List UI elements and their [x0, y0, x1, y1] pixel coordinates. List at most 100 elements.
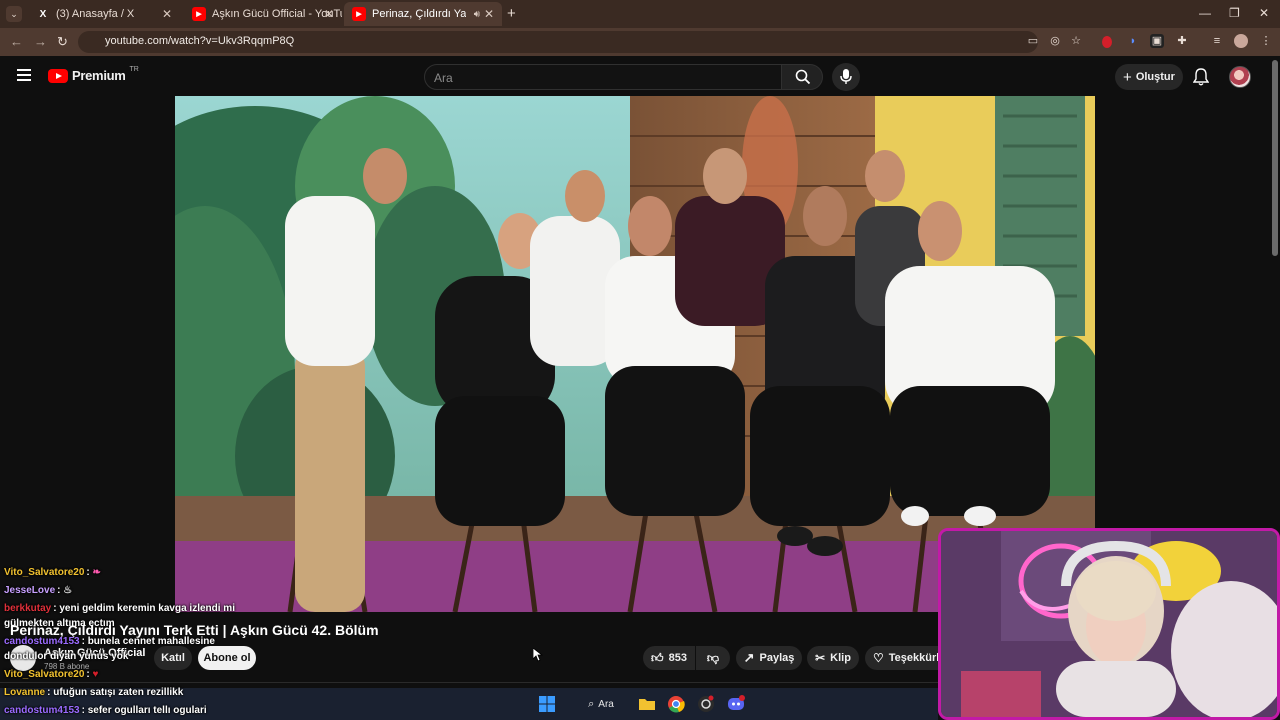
logo-text: Premium [72, 68, 126, 83]
cast-icon[interactable]: ▭ [1026, 34, 1040, 48]
chat-message: candostum4153: bunela cennet mahallesine [4, 636, 215, 647]
browser-tab-strip: ⌄ X (3) Anasayfa / X ✕ ▶ Aşkın Gücü Offi… [0, 0, 1280, 28]
speaker-icon[interactable]: 🔊︎ [474, 9, 480, 20]
window-close-icon[interactable]: ✕ [1259, 6, 1269, 20]
close-icon[interactable]: ✕ [162, 7, 172, 21]
thanks-label: Teşekkürle [888, 652, 938, 664]
emote-icon: ♥ [92, 669, 99, 680]
chat-username: candostum4153 [4, 705, 80, 716]
create-label: Oluştur [1135, 71, 1175, 83]
avatar[interactable] [1229, 66, 1251, 88]
search-placeholder: Ara [434, 71, 453, 85]
streamer-webcam [938, 528, 1280, 720]
chat-message: berkkutay: yeni geldim keremin kavga izl… [4, 603, 235, 614]
bell-icon[interactable] [1193, 68, 1209, 86]
search-icon [795, 69, 811, 85]
youtube-favicon-icon: ▶ [192, 7, 206, 21]
share-icon: ↗ [743, 650, 755, 665]
taskbar-search-button[interactable]: ⌕ Ara [578, 693, 624, 715]
voice-search-button[interactable] [832, 63, 860, 91]
close-icon[interactable]: ✕ [324, 7, 334, 21]
flame-emote-icon: ♨ [63, 585, 73, 596]
bookmark-star-icon[interactable]: ☆ [1069, 34, 1083, 48]
chat-username: Lovanne [4, 687, 46, 698]
share-label: Paylaş [759, 652, 795, 664]
extension-red-icon[interactable] [1102, 36, 1112, 48]
subscribe-button[interactable]: Abone ol [198, 646, 256, 670]
taskbar-search-label: Ara [598, 698, 614, 710]
chat-username: berkkutay [4, 603, 52, 614]
reading-list-icon[interactable]: ≡ [1210, 34, 1224, 48]
tab-label: Aşkın Gücü Official - YouTube [212, 8, 342, 20]
chat-message: JesseLove: ♨ [4, 585, 72, 596]
mouse-cursor-icon [533, 648, 543, 662]
chat-username: Vito_Salvatore20 [4, 669, 85, 680]
app-icon[interactable] [697, 695, 715, 713]
extensions-puzzle-icon[interactable]: ✚ [1175, 34, 1189, 48]
restore-icon[interactable]: ❐ [1229, 6, 1240, 20]
like-count: 853 [668, 652, 687, 664]
search-button[interactable] [781, 64, 823, 90]
discord-icon[interactable] [727, 695, 745, 713]
clip-label: Klip [830, 652, 851, 664]
heart-dollar-icon: ♡ [873, 651, 884, 665]
feather-emote-icon: ❧ [92, 567, 101, 578]
divider [0, 682, 938, 683]
extension-shield-icon[interactable]: ▣ [1150, 34, 1164, 48]
tab-search-icon[interactable]: ⌄ [6, 6, 22, 22]
chat-username: Vito_Salvatore20 [4, 567, 85, 578]
clip-button[interactable]: ✂ Klip [807, 646, 859, 670]
tab-youtube-channel[interactable]: ▶ Aşkın Gücü Official - YouTube ✕ [184, 2, 342, 26]
x-logo-icon: X [39, 8, 47, 20]
webcam-feed [941, 531, 1277, 717]
page-scrollbar[interactable] [1272, 60, 1278, 256]
tab-youtube-video[interactable]: ▶ Perinaz, Çıldırdı Yayını Terk 🔊︎ ✕ [344, 2, 502, 26]
thanks-button[interactable]: ♡ Teşekkürle [865, 646, 938, 670]
youtube-play-icon [48, 68, 68, 83]
dislike-button[interactable]: 👎︎ [696, 646, 730, 670]
chat-message: Lovanne: ufuğun satışı zaten rezillikk [4, 687, 183, 698]
tab-label: Perinaz, Çıldırdı Yayını Terk [372, 8, 466, 20]
create-button[interactable]: + Oluştur [1115, 64, 1183, 90]
share-button[interactable]: ↗ Paylaş [736, 646, 802, 670]
like-icon: 👍︎ [651, 650, 664, 665]
search-input[interactable] [424, 64, 782, 90]
chat-text: bunela cennet mahallesine [87, 636, 215, 647]
chat-text: ufuğun satışı zaten rezillikk [53, 687, 184, 698]
join-button[interactable]: Katıl [154, 646, 192, 670]
chat-username: candostum4153 [4, 636, 80, 647]
youtube-logo[interactable]: Premium TR [48, 66, 139, 83]
chat-text: yeni geldim keremin kavga izlendi mi [59, 603, 235, 614]
dislike-icon: 👎︎ [706, 650, 720, 665]
like-button[interactable]: 👍︎ 853 [643, 646, 695, 670]
chat-text: dondulor diyan yunus yok [4, 651, 129, 662]
mic-icon [840, 69, 852, 84]
reload-icon[interactable]: ↻ [57, 34, 68, 50]
chrome-icon[interactable] [667, 695, 685, 713]
menu-icon[interactable] [17, 69, 31, 81]
chat-message: Vito_Salvatore20: ♥ [4, 669, 98, 680]
back-icon[interactable]: ← [10, 34, 23, 49]
tab-label: (3) Anasayfa / X [56, 8, 135, 20]
eye-off-icon[interactable]: ◎ [1048, 34, 1062, 48]
forward-icon[interactable]: → [34, 34, 47, 49]
tab-x-home[interactable]: X (3) Anasayfa / X ✕ [28, 2, 180, 26]
address-bar-row: ← → ↻ ⚙ youtube.com/watch?v=Ukv3RqqmP8Q … [0, 28, 1280, 76]
youtube-favicon-icon: ▶ [352, 7, 366, 21]
search-icon: ⌕ [588, 697, 595, 710]
extension-blue-icon[interactable]: ◗ [1126, 34, 1140, 48]
folder-icon[interactable] [638, 695, 656, 713]
logo-region: TR [129, 66, 139, 73]
plus-icon: + [1123, 68, 1132, 86]
browser-menu-icon[interactable]: ⋮ [1259, 34, 1273, 48]
minimize-icon[interactable]: — [1199, 6, 1211, 20]
chat-message: candostum4153: sefer ogulları tellı ogul… [4, 705, 207, 716]
url-text[interactable]: youtube.com/watch?v=Ukv3RqqmP8Q [105, 35, 294, 47]
chat-username: JesseLove [4, 585, 56, 596]
close-icon[interactable]: ✕ [484, 7, 494, 21]
windows-icon[interactable] [538, 695, 556, 713]
chat-message: Vito_Salvatore20: ❧ [4, 567, 101, 578]
scissors-icon: ✂ [815, 651, 826, 665]
profile-icon[interactable] [1234, 34, 1248, 48]
new-tab-button[interactable]: + [507, 5, 516, 22]
